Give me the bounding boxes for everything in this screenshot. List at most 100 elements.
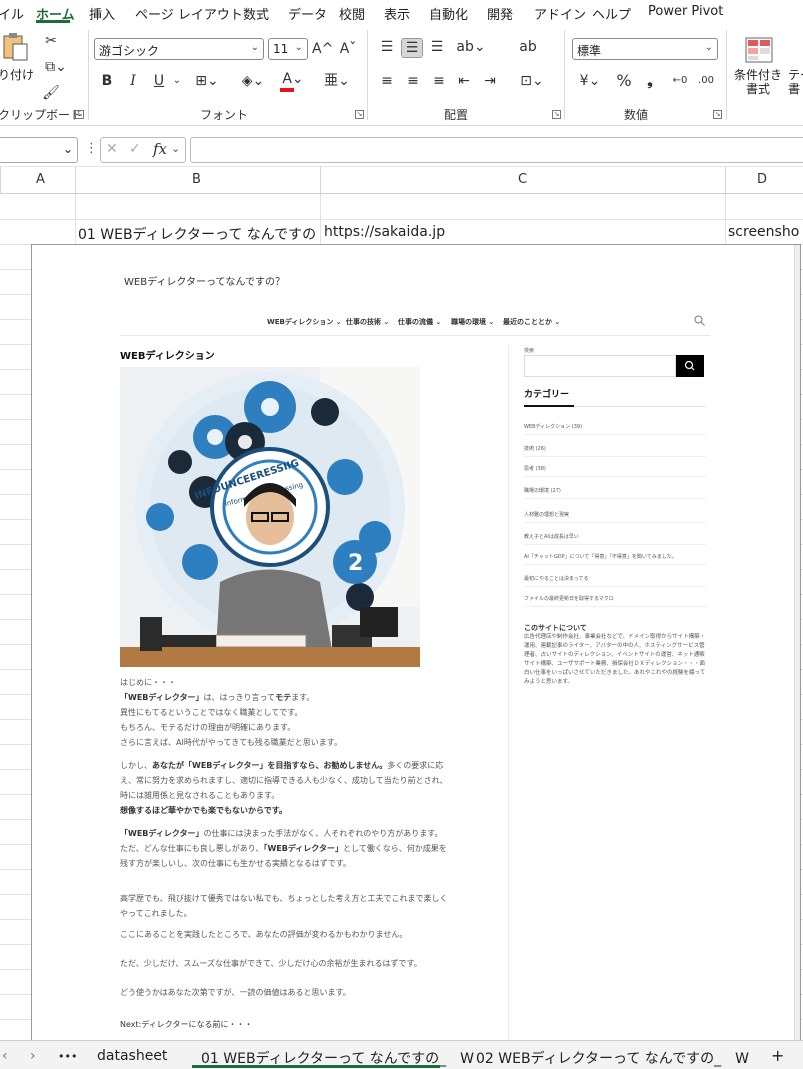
menu-view[interactable]: 表示 [384,4,410,23]
align-top-button[interactable]: ☰ [378,38,396,56]
insert-function-button[interactable]: fx [153,140,167,158]
conditional-format-button[interactable] [744,36,774,66]
sidebar-search-input[interactable] [524,355,676,377]
align-bottom-button[interactable]: ☰ [428,38,446,56]
conditional-format-icon [745,37,773,63]
menu-power-pivot[interactable]: Power Pivot [648,4,723,19]
number-format-select[interactable]: 標準 ⌄ [572,38,718,60]
align-middle-button[interactable]: ☰ [401,38,423,58]
menu-review[interactable]: 校閲 [339,4,365,23]
menu-insert[interactable]: 挿入 [89,4,115,23]
orientation-button[interactable]: ab⌄ [456,38,486,56]
cell-d2[interactable]: screensho [728,224,803,240]
percent-button[interactable]: % [614,72,634,90]
menu-data[interactable]: データ [288,4,327,23]
decrease-decimal-button[interactable]: .00 [696,72,716,90]
font-color-swatch [280,88,294,92]
formula-input[interactable] [190,137,803,163]
next-post-link[interactable]: Next:ディレクターになる前に・・・ [120,1019,252,1030]
paste-button[interactable] [0,32,30,62]
underline-dropdown[interactable]: ⌄ [170,72,184,90]
nav-item-web-direction[interactable]: WEBディレクション ⌄ [267,317,342,327]
menu-page-layout[interactable]: ページ レイアウト [135,4,243,23]
align-center-button[interactable]: ≡ [404,72,422,90]
copy-button[interactable]: ⧉⌄ [40,58,72,76]
menu-help[interactable]: ヘルプ [592,4,631,23]
decrease-indent-button[interactable]: ⇤ [455,72,473,90]
group-separator [564,30,565,120]
hero-illustration: 2 INFOUNCEERESSIIG Information processin… [120,367,420,667]
cut-button[interactable]: ✂ [42,32,60,50]
next-sheet-button[interactable]: › [30,1048,36,1064]
increase-font-button[interactable]: A^ [312,40,333,58]
body-text-line: もちろん、モテるだけの理由が明確にあります。 [120,723,296,732]
increase-indent-button[interactable]: ⇥ [481,72,499,90]
format-painter-button[interactable]: 🖌 [42,84,60,102]
nav-item-workplace[interactable]: 職場の環境 ⌄ [451,317,494,327]
menu-automate[interactable]: 自動化 [429,4,468,23]
increase-decimal-button[interactable]: ←0 [670,72,690,90]
recent-post-link[interactable]: 人材難の理想と現実 [524,511,706,523]
italic-button[interactable]: I [124,72,142,90]
category-link[interactable]: WEBディレクション (39) [524,423,706,435]
check-icon[interactable]: ✓ [129,141,141,157]
bold-button[interactable]: B [98,72,116,90]
sidebar-search-button[interactable] [676,355,704,377]
column-header-b[interactable]: B [192,172,201,187]
category-link[interactable]: 技術 (26) [524,445,706,457]
menu-file[interactable]: イル [0,4,24,23]
chevron-down-icon[interactable]: ⌄ [171,142,180,155]
clipboard-group-label: クリップボード [0,108,83,122]
category-link[interactable]: 思考 (38) [524,465,706,477]
recent-post-link[interactable]: AI「チャットGDP」について「得意」「不得意」を聞いてみました。 [524,553,706,565]
font-size-select[interactable]: 11 ⌄ [268,38,308,60]
phonetic-button[interactable]: 亜⌄ [322,72,352,90]
sheet-tab-02[interactable]: 02 WEBディレクターって なんですの_ W [476,1048,749,1068]
cell-c2[interactable]: https://sakaida.jp [324,224,724,240]
number-launcher[interactable]: ↘ [713,110,722,119]
embedded-screenshot[interactable]: WEBディレクターってなんですの？ WEBディレクション ⌄ 仕事の技術 ⌄ 仕… [31,244,801,1044]
cell-b2[interactable]: 01 WEBディレクターって なんですの [78,224,320,244]
menu-formulas[interactable]: 数式 [243,4,269,23]
nav-item-style[interactable]: 仕事の流儀 ⌄ [398,317,441,327]
font-color-button[interactable]: A⌄ [278,70,308,92]
alignment-launcher[interactable]: ↘ [552,110,561,119]
menu-developer[interactable]: 開発 [487,4,513,23]
column-header-d[interactable]: D [757,172,767,187]
category-link[interactable]: 職場の環境 (27) [524,487,706,499]
group-separator [726,30,727,120]
add-sheet-button[interactable]: + [771,1046,784,1065]
comma-button[interactable]: ❟ [642,72,658,90]
column-header-a[interactable]: A [36,172,45,187]
brush-icon: 🖌 [42,85,60,101]
vertical-dots-icon[interactable]: ⋮ [85,141,98,156]
fill-color-button[interactable]: ◈⌄ [238,72,268,90]
underline-button[interactable]: U [150,72,168,90]
font-launcher[interactable]: ↘ [355,110,364,119]
alignment-group-label: 配置 [444,108,469,122]
search-icon[interactable] [694,315,705,326]
recent-post-link[interactable]: 最初にやることは決まってる [524,575,706,587]
cancel-icon[interactable]: ✕ [106,141,118,157]
nav-item-tech[interactable]: 仕事の技術 ⌄ [346,317,389,327]
align-left-button[interactable]: ≡ [378,72,396,90]
nav-item-recent[interactable]: 最近のこととか ⌄ [503,317,560,327]
font-name-select[interactable]: 游ゴシック ⌄ [94,38,264,60]
sheet-tab-datasheet[interactable]: datasheet [97,1048,167,1064]
merge-button[interactable]: ⊡⌄ [517,72,547,90]
decrease-font-button[interactable]: Aˇ [338,40,358,58]
recent-post-link[interactable]: ファイルの最終更新日を取得するマクロ [524,595,706,607]
more-sheets-button[interactable]: ••• [58,1050,77,1063]
body-text-line: ます。 [291,693,315,702]
name-box[interactable]: ⌄ [0,137,78,163]
align-right-button[interactable]: ≡ [430,72,448,90]
currency-icon: ¥⌄ [579,73,601,89]
menu-addins[interactable]: アドイン [534,4,586,23]
borders-button[interactable]: ⊞⌄ [192,72,222,90]
accounting-format-button[interactable]: ¥⌄ [573,72,607,90]
clipboard-launcher[interactable]: ↘ [75,110,84,119]
prev-sheet-button[interactable]: ‹ [2,1048,8,1064]
wrap-text-button[interactable]: ab [518,38,538,56]
recent-post-link[interactable]: 教え子とAIは成長は早い [524,533,706,545]
column-header-c[interactable]: C [518,172,527,187]
